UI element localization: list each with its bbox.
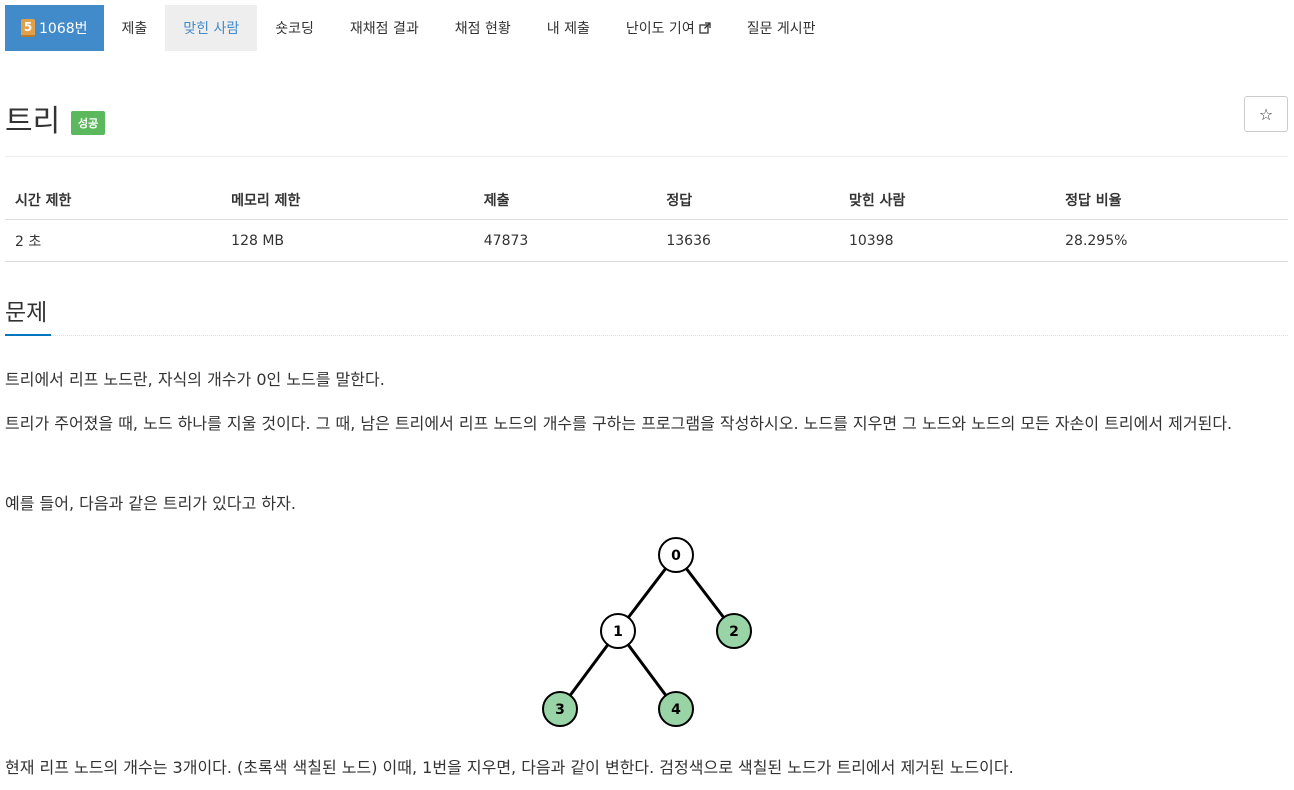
table-header-row: 시간 제한 메모리 제한 제출 정답 맞힌 사람 정답 비율 bbox=[5, 180, 1288, 220]
table-row: 2 초 128 MB 47873 13636 10398 28.295% bbox=[5, 219, 1288, 262]
header-solved-users: 맞힌 사람 bbox=[838, 180, 1056, 220]
problem-number: 1068번 bbox=[39, 21, 88, 37]
tree-nodes: 0 1 2 3 4 bbox=[542, 537, 752, 727]
solved-users-value: 10398 bbox=[838, 219, 1056, 262]
submissions-value: 47873 bbox=[473, 219, 657, 262]
tab-difficulty-contribution[interactable]: 난이도 기여 bbox=[608, 5, 729, 51]
tab-rejudge-results[interactable]: 재채점 결과 bbox=[332, 5, 437, 51]
tab-solved-users[interactable]: 맞힌 사람 bbox=[165, 5, 258, 51]
accepted-value: 13636 bbox=[656, 219, 839, 262]
problem-paragraph-4: 현재 리프 노드의 개수는 3개이다. (초록색 색칠된 노드) 이때, 1번을… bbox=[5, 758, 1014, 777]
tab-question-board[interactable]: 질문 게시판 bbox=[729, 5, 834, 51]
section-title: 문제 bbox=[5, 300, 48, 326]
tree-node-3: 3 bbox=[542, 691, 578, 727]
problem-nav: 5 1068번 제출 맞힌 사람 숏코딩 재채점 결과 채점 현황 내 제출 난… bbox=[5, 5, 834, 51]
time-limit-value: 2 초 bbox=[5, 219, 222, 262]
tab-short-coding[interactable]: 숏코딩 bbox=[257, 5, 332, 51]
section-underline bbox=[5, 334, 51, 336]
tab-judge-status[interactable]: 채점 현황 bbox=[437, 5, 529, 51]
tree-diagram: 0 1 2 3 4 bbox=[542, 537, 752, 727]
tree-node-1: 1 bbox=[600, 613, 636, 649]
tree-node-0: 0 bbox=[658, 537, 694, 573]
tree-edges bbox=[558, 554, 736, 710]
page-title: 트리 bbox=[5, 104, 61, 139]
tree-node-4: 4 bbox=[658, 691, 694, 727]
page-header: 트리 성공 ☆ bbox=[5, 96, 1288, 156]
external-link-icon bbox=[699, 22, 711, 34]
header-submissions: 제출 bbox=[473, 180, 657, 220]
status-badge: 성공 bbox=[71, 111, 106, 135]
tree-node-label: 4 bbox=[671, 702, 681, 718]
tree-node-2: 2 bbox=[716, 613, 752, 649]
tab-submit[interactable]: 제출 bbox=[104, 5, 166, 51]
problem-paragraph-1: 트리에서 리프 노드란, 자식의 개수가 0인 노드를 말한다. bbox=[5, 370, 385, 389]
star-button[interactable]: ☆ bbox=[1244, 96, 1288, 132]
problem-info-table: 시간 제한 메모리 제한 제출 정답 맞힌 사람 정답 비율 2 초 128 M… bbox=[5, 180, 1288, 262]
problem-paragraph-3: 예를 들어, 다음과 같은 트리가 있다고 하자. bbox=[5, 494, 296, 513]
header-memory-limit: 메모리 제한 bbox=[221, 180, 474, 220]
problem-paragraph-2: 트리가 주어졌을 때, 노드 하나를 지울 것이다. 그 때, 남은 트리에서 … bbox=[5, 414, 1233, 433]
memory-limit-value: 128 MB bbox=[221, 219, 474, 262]
tree-node-label: 0 bbox=[671, 548, 681, 564]
tree-node-label: 2 bbox=[729, 624, 739, 640]
section-divider bbox=[51, 335, 1288, 336]
tab-problem[interactable]: 5 1068번 bbox=[5, 5, 104, 51]
header-accepted: 정답 bbox=[656, 180, 839, 220]
header-time-limit: 시간 제한 bbox=[5, 180, 222, 220]
header-accept-rate: 정답 비율 bbox=[1055, 180, 1288, 220]
tree-node-label: 1 bbox=[613, 624, 623, 640]
header-divider bbox=[5, 156, 1288, 157]
tab-difficulty-label: 난이도 기여 bbox=[625, 21, 695, 37]
star-icon: ☆ bbox=[1258, 104, 1274, 124]
tier-badge-icon: 5 bbox=[21, 19, 35, 37]
tab-my-submissions[interactable]: 내 제출 bbox=[529, 5, 608, 51]
accept-rate-value: 28.295% bbox=[1055, 219, 1288, 262]
tree-node-label: 3 bbox=[555, 702, 565, 718]
